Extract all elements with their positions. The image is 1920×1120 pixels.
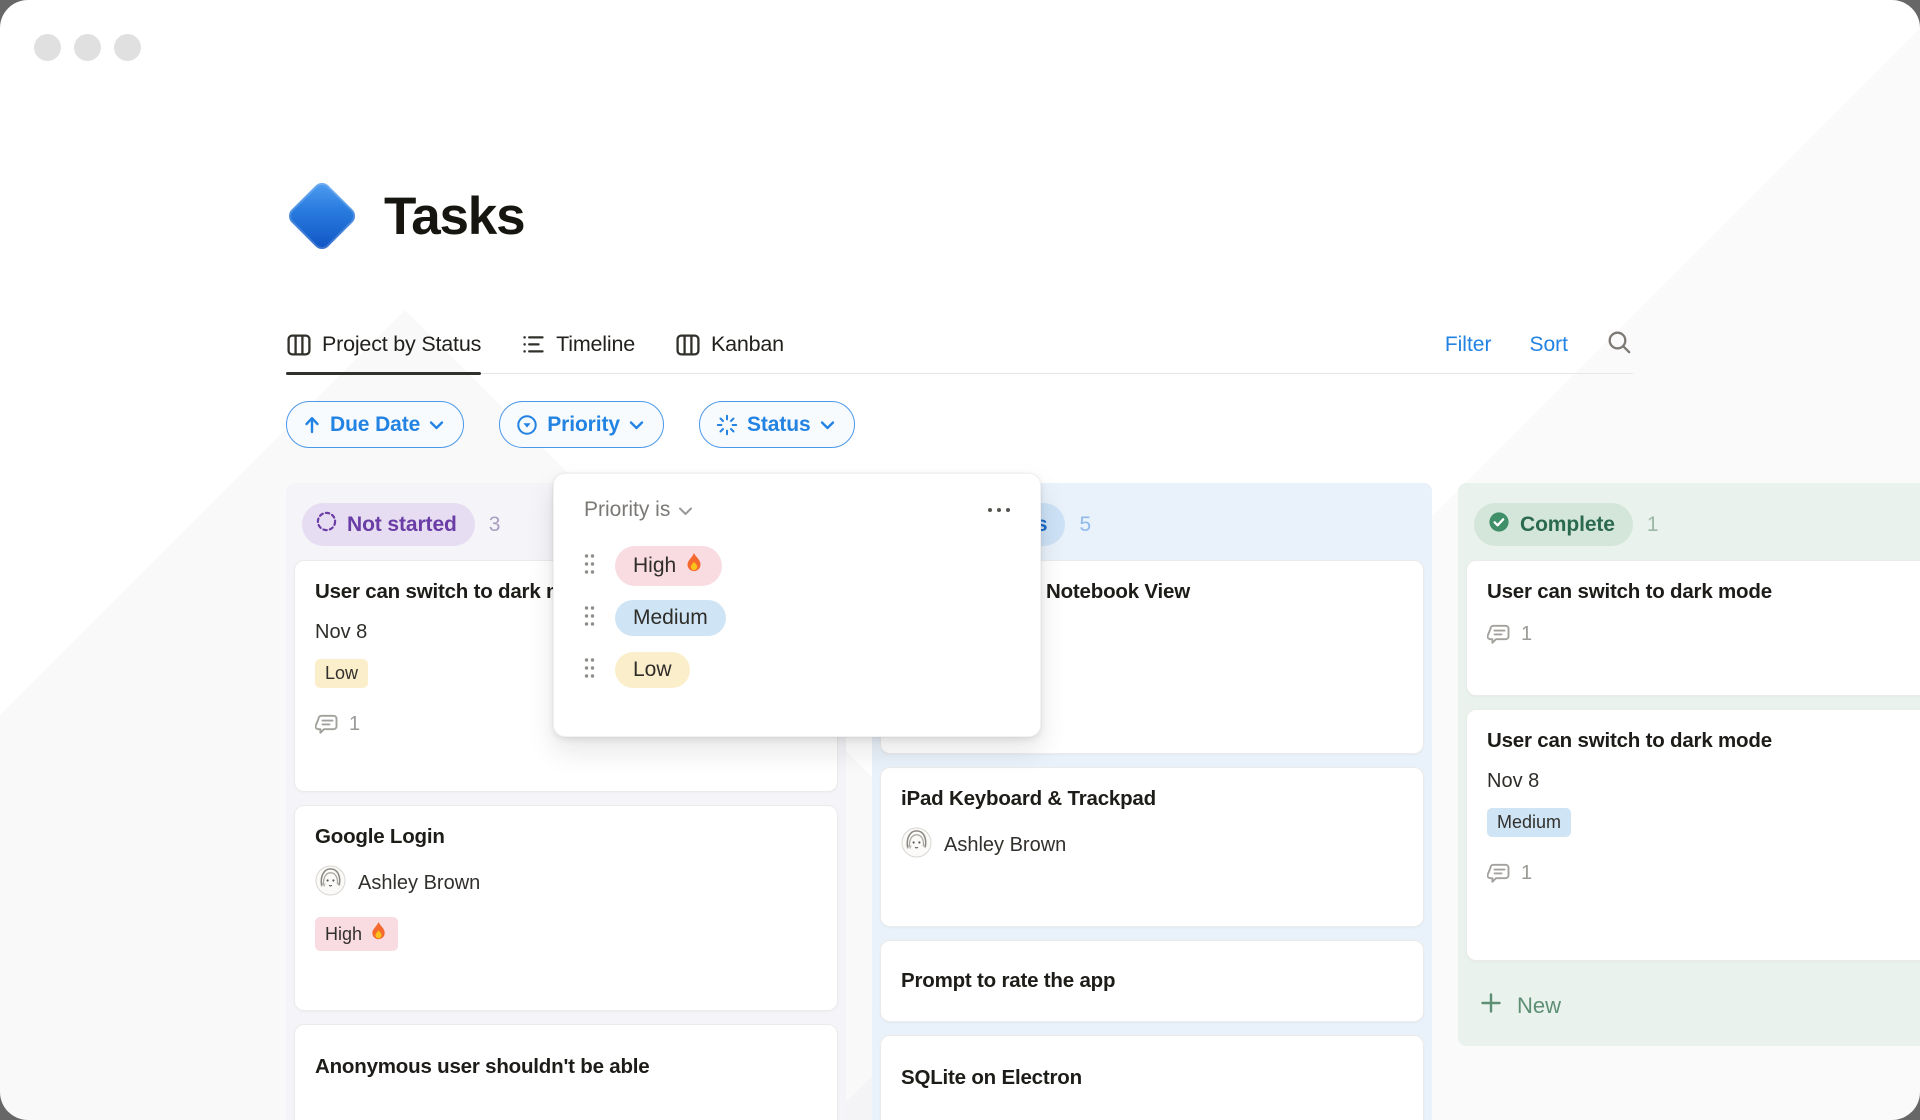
priority-pill: High xyxy=(315,917,399,951)
priority-pill: Medium xyxy=(1487,808,1572,837)
task-card[interactable]: Google Login Ashley Brown High xyxy=(294,805,838,1011)
column-status-label: Complete xyxy=(1520,512,1615,536)
tab-label: Timeline xyxy=(556,332,635,356)
flame-icon xyxy=(369,921,388,947)
flame-icon xyxy=(684,552,704,580)
popup-rule-selector[interactable]: Priority is xyxy=(584,498,693,522)
priority-option-high[interactable]: High xyxy=(554,540,1040,592)
priority-pill: Low xyxy=(315,659,369,688)
chevron-down-icon xyxy=(678,498,693,522)
window-dot[interactable] xyxy=(74,34,101,61)
drag-handle-icon[interactable] xyxy=(584,656,595,685)
avatar xyxy=(315,865,346,902)
card-due-date: Nov 8 xyxy=(1487,770,1540,792)
drag-handle-icon[interactable] xyxy=(584,604,595,633)
card-title: User can switch to dark mode xyxy=(1487,580,1772,603)
tab-project-by-status[interactable]: Project by Status xyxy=(286,316,482,375)
assignee: Ashley Brown xyxy=(315,865,480,902)
popup-rule-label: Priority is xyxy=(584,498,671,521)
task-card[interactable]: User can switch to dark mode 1 xyxy=(1466,560,1920,696)
card-title: Google Login xyxy=(315,825,445,848)
column-count: 1 xyxy=(1646,512,1659,536)
new-label: New xyxy=(1517,993,1562,1018)
card-title: Notebook View xyxy=(1046,580,1190,603)
tab-label: Kanban xyxy=(710,332,784,356)
assignee-name: Ashley Brown xyxy=(944,834,1067,856)
kanban-board: Not started 3 User can switch to dark mo… xyxy=(286,483,1920,1120)
comment-icon xyxy=(315,714,338,734)
card-due-date: Nov 8 xyxy=(315,621,368,643)
avatar xyxy=(901,827,932,864)
task-card[interactable]: iPad Keyboard & Trackpad Ashley Brown xyxy=(880,767,1424,927)
dashed-circle-icon xyxy=(315,510,338,539)
card-title: User can switch to dark mode xyxy=(1487,729,1772,752)
card-title: SQLite on Electron xyxy=(901,1066,1082,1089)
assignee: Ashley Brown xyxy=(901,827,1066,864)
status-spinner-icon xyxy=(716,414,738,436)
comment-count: 1 xyxy=(1487,622,1532,647)
check-circle-icon xyxy=(1487,510,1511,540)
option-label: High xyxy=(633,554,677,577)
chevron-down-icon xyxy=(429,420,444,430)
card-title: iPad Keyboard & Trackpad xyxy=(901,787,1156,810)
app-window: Tasks Project by Status Timeline Kanban … xyxy=(0,0,1920,1120)
tab-timeline[interactable]: Timeline xyxy=(521,316,635,373)
window-dot[interactable] xyxy=(34,34,61,61)
priority-filter-popup: Priority is High Medium Low xyxy=(553,473,1041,737)
board-view-icon xyxy=(286,332,312,358)
comment-icon xyxy=(1487,624,1510,644)
chip-label: Status xyxy=(746,412,811,436)
add-new-card-button[interactable]: New xyxy=(1466,974,1920,1038)
task-card[interactable]: Anonymous user shouldn't be able xyxy=(294,1024,838,1120)
drag-handle-icon[interactable] xyxy=(584,552,595,581)
comment-count: 1 xyxy=(315,712,360,737)
timeline-view-icon xyxy=(521,332,546,357)
chevron-down-icon xyxy=(629,420,644,430)
assignee-name: Ashley Brown xyxy=(358,872,481,894)
column-complete: Complete 1 User can switch to dark mode … xyxy=(1458,483,1920,1046)
priority-option-medium[interactable]: Medium xyxy=(554,592,1040,644)
window-dot[interactable] xyxy=(114,34,141,61)
tab-label: Project by Status xyxy=(322,332,482,356)
chip-label: Due Date xyxy=(330,412,421,436)
page-title: Tasks xyxy=(384,186,526,246)
window-controls xyxy=(34,34,141,61)
page-icon-diamond xyxy=(285,179,359,253)
column-header[interactable]: Complete 1 xyxy=(1466,491,1920,560)
option-label: Medium xyxy=(633,606,708,629)
comment-count: 1 xyxy=(1487,861,1532,886)
due-date-filter-chip[interactable]: Due Date xyxy=(286,401,465,448)
chevron-down-icon xyxy=(820,420,835,430)
page-header: Tasks xyxy=(285,176,1920,256)
arrow-up-icon xyxy=(303,415,321,435)
filter-chip-bar: Due Date Priority Status xyxy=(286,401,1920,448)
filter-button[interactable]: Filter xyxy=(1445,333,1492,357)
column-count: 5 xyxy=(1079,512,1092,536)
more-options-icon[interactable] xyxy=(986,502,1013,519)
priority-option-low[interactable]: Low xyxy=(554,644,1040,696)
task-card[interactable]: SQLite on Electron xyxy=(880,1035,1424,1120)
priority-icon xyxy=(516,414,538,436)
task-card[interactable]: Prompt to rate the app xyxy=(880,940,1424,1022)
column-count: 3 xyxy=(488,512,501,536)
tab-kanban[interactable]: Kanban xyxy=(675,316,784,373)
sort-button[interactable]: Sort xyxy=(1529,333,1568,357)
task-card[interactable]: User can switch to dark mode Nov 8 Mediu… xyxy=(1466,709,1920,961)
option-label: Low xyxy=(633,658,672,681)
card-title: Anonymous user shouldn't be able xyxy=(315,1055,650,1078)
column-status-label: Not started xyxy=(347,512,457,536)
search-icon[interactable] xyxy=(1606,329,1633,361)
priority-filter-chip[interactable]: Priority xyxy=(499,401,664,448)
chip-label: Priority xyxy=(547,412,620,436)
comment-icon xyxy=(1487,863,1510,883)
view-tabs: Project by Status Timeline Kanban Filter… xyxy=(286,316,1633,375)
status-filter-chip[interactable]: Status xyxy=(698,401,855,448)
plus-icon xyxy=(1480,992,1502,1020)
card-title: Prompt to rate the app xyxy=(901,969,1116,992)
board-view-icon xyxy=(675,332,701,358)
